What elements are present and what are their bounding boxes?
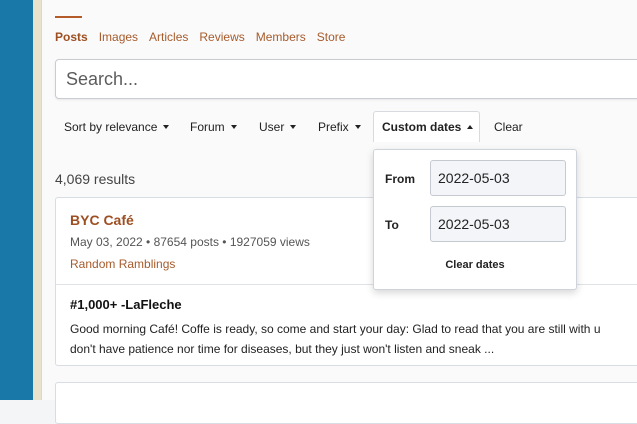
prefix-filter-label: Prefix <box>318 120 349 134</box>
result-meta: May 03, 2022 • 87654 posts • 1927059 vie… <box>70 235 310 249</box>
caret-down-icon <box>290 124 297 129</box>
forum-filter-label: Forum <box>190 120 225 134</box>
clear-dates-button[interactable]: Clear dates <box>374 259 576 271</box>
left-sidebar <box>0 0 33 400</box>
caret-down-icon <box>163 124 170 129</box>
filter-bar: Sort by relevance Forum User Prefix Cust… <box>0 119 637 139</box>
tab-posts[interactable]: Posts <box>55 30 88 44</box>
clear-filters-link[interactable]: Clear <box>494 119 523 135</box>
to-date-input[interactable]: 2022-05-03 <box>430 206 566 242</box>
result-thread-title[interactable]: BYC Café <box>70 212 134 228</box>
result-forum-link[interactable]: Random Ramblings <box>70 257 175 271</box>
custom-dates-label: Custom dates <box>382 120 462 134</box>
snippet-line: Good morning Café! Coffe is ready, so co… <box>70 322 601 336</box>
tab-store[interactable]: Store <box>317 30 346 44</box>
search-type-tabs: Posts Images Articles Reviews Members St… <box>55 30 356 44</box>
user-filter[interactable]: User <box>259 119 297 135</box>
search-input[interactable]: Search... <box>55 59 637 99</box>
tab-images[interactable]: Images <box>99 30 138 44</box>
from-label: From <box>385 172 415 186</box>
result-card <box>55 382 637 424</box>
post-title[interactable]: #1,000+ -LaFleche <box>70 297 182 312</box>
caret-up-icon <box>467 124 474 129</box>
sort-dropdown[interactable]: Sort by relevance <box>64 119 170 135</box>
to-label: To <box>385 218 399 232</box>
forum-filter[interactable]: Forum <box>190 119 237 135</box>
custom-dates-filter[interactable]: Custom dates <box>382 119 474 135</box>
active-tab-indicator <box>55 16 82 18</box>
prefix-filter[interactable]: Prefix <box>318 119 361 135</box>
user-filter-label: User <box>259 120 285 134</box>
tab-articles[interactable]: Articles <box>149 30 188 44</box>
results-count: 4,069 results <box>55 171 136 187</box>
caret-down-icon <box>354 124 361 129</box>
tab-reviews[interactable]: Reviews <box>199 30 244 44</box>
caret-down-icon <box>230 124 237 129</box>
from-date-input[interactable]: 2022-05-03 <box>430 160 566 196</box>
tab-members[interactable]: Members <box>256 30 306 44</box>
post-snippet: Good morning Café! Coffe is ready, so co… <box>70 319 637 359</box>
snippet-line: don't have patience nor time for disease… <box>70 342 495 356</box>
sort-label: Sort by relevance <box>64 120 158 134</box>
page-gutter <box>33 0 41 400</box>
custom-dates-popup: From 2022-05-03 To 2022-05-03 Clear date… <box>373 149 577 290</box>
